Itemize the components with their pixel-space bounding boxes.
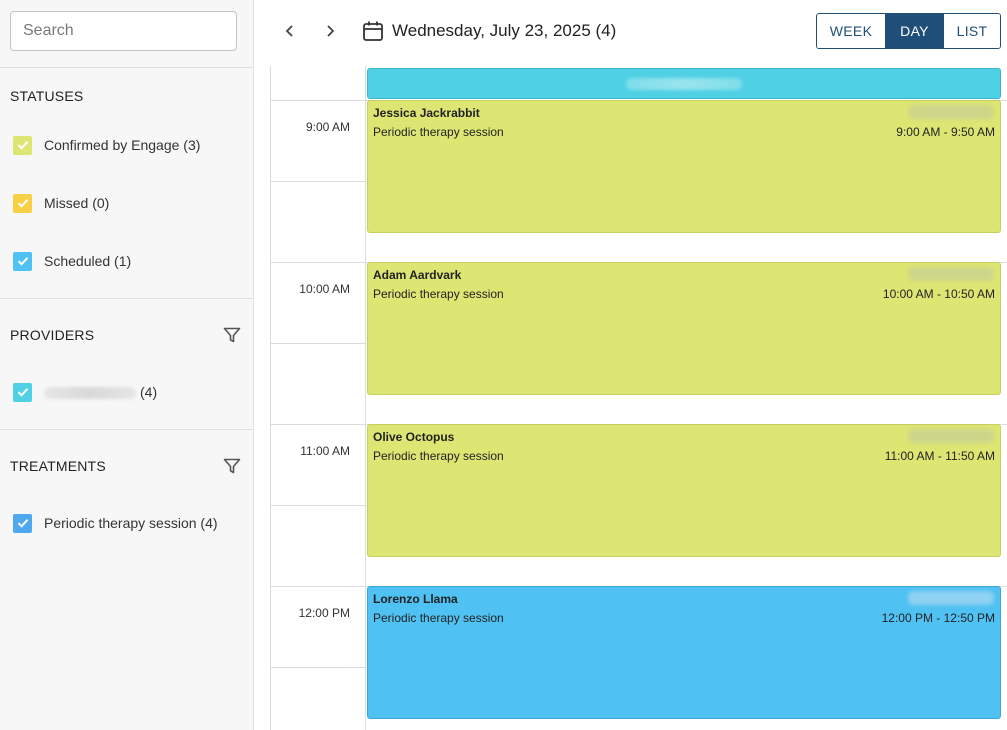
provider-filter[interactable]: (4): [13, 382, 157, 402]
checkbox-checked-icon[interactable]: [13, 251, 32, 271]
redacted-provider-name: [44, 387, 136, 400]
appointment-event[interactable]: Adam Aardvark Periodic therapy session 1…: [367, 262, 1001, 395]
status-filter-missed[interactable]: Missed (0): [13, 193, 109, 213]
checkbox-checked-icon[interactable]: [13, 193, 32, 213]
divider: [0, 67, 253, 68]
divider: [0, 429, 253, 430]
providers-heading: PROVIDERS: [10, 327, 95, 343]
filter-sidebar: STATUSES Confirmed by Engage (3) Missed …: [0, 0, 254, 730]
statuses-heading: STATUSES: [10, 88, 84, 104]
treatment-label: Periodic therapy session (4): [44, 515, 218, 531]
current-date-title: Wednesday, July 23, 2025 (4): [392, 21, 617, 40]
status-filter-confirmed[interactable]: Confirmed by Engage (3): [13, 135, 200, 155]
half-hour-line: [270, 181, 366, 182]
time-label: 12:00 PM: [298, 606, 350, 620]
patient-name: Olive Octopus: [373, 430, 455, 444]
redacted-detail: [908, 105, 994, 119]
event-time: 10:00 AM - 10:50 AM: [882, 287, 995, 301]
divider: [0, 298, 253, 299]
view-switcher: WEEK DAY LIST: [816, 13, 1001, 49]
redacted-detail: [908, 591, 994, 605]
calendar-icon: [363, 21, 383, 41]
patient-name: Jessica Jackrabbit: [373, 106, 480, 120]
status-filter-scheduled[interactable]: Scheduled (1): [13, 251, 131, 271]
event-time: 12:00 PM - 12:50 PM: [881, 611, 995, 625]
day-view-button[interactable]: DAY: [885, 14, 943, 48]
treatments-heading: TREATMENTS: [10, 458, 106, 474]
appointment-event[interactable]: Olive Octopus Periodic therapy session 1…: [367, 424, 1001, 557]
appointment-event[interactable]: Jessica Jackrabbit Periodic therapy sess…: [367, 100, 1001, 233]
provider-label: (4): [44, 384, 157, 400]
time-label: 10:00 AM: [299, 282, 350, 296]
half-hour-line: [270, 505, 366, 506]
redacted-detail: [908, 267, 994, 281]
time-label: 11:00 AM: [300, 444, 350, 458]
status-label: Confirmed by Engage (3): [44, 137, 201, 153]
filter-icon[interactable]: [222, 456, 242, 476]
checkbox-checked-icon[interactable]: [13, 513, 32, 533]
all-day-event[interactable]: [367, 68, 1001, 99]
half-hour-line: [270, 343, 366, 344]
event-treatment: Periodic therapy session: [373, 125, 504, 139]
event-treatment: Periodic therapy session: [373, 611, 504, 625]
chevron-left-icon: [285, 25, 293, 37]
event-time: 11:00 AM - 11:50 AM: [884, 449, 995, 463]
calendar-header: Wednesday, July 23, 2025 (4) WEEK DAY LI…: [255, 0, 1007, 66]
half-hour-line: [270, 667, 366, 668]
chevron-right-icon: [327, 25, 335, 37]
list-view-button[interactable]: LIST: [943, 14, 1000, 48]
week-view-button[interactable]: WEEK: [817, 14, 885, 48]
event-time: 9:00 AM - 9:50 AM: [896, 125, 995, 139]
previous-day-button[interactable]: [278, 19, 302, 43]
treatment-filter[interactable]: Periodic therapy session (4): [13, 513, 218, 533]
checkbox-checked-icon[interactable]: [13, 382, 32, 402]
time-label: 9:00 AM: [305, 120, 350, 134]
event-treatment: Periodic therapy session: [373, 449, 504, 463]
redacted-all-day-text: [626, 78, 742, 90]
appointment-event[interactable]: Lorenzo Llama Periodic therapy session 1…: [367, 586, 1001, 719]
day-calendar-grid: 9:00 AM 10:00 AM 11:00 AM 12:00 PM Jessi…: [270, 66, 1007, 730]
patient-name: Lorenzo Llama: [373, 592, 458, 606]
redacted-detail: [908, 429, 994, 443]
search-input[interactable]: [10, 11, 237, 51]
checkbox-checked-icon[interactable]: [13, 135, 32, 155]
status-label: Missed (0): [44, 195, 110, 211]
next-day-button[interactable]: [318, 19, 342, 43]
event-treatment: Periodic therapy session: [373, 287, 504, 301]
provider-count: (4): [140, 384, 158, 400]
filter-icon[interactable]: [222, 325, 242, 345]
status-label: Scheduled (1): [44, 253, 132, 269]
time-gutter: [270, 66, 366, 730]
patient-name: Adam Aardvark: [373, 268, 462, 282]
